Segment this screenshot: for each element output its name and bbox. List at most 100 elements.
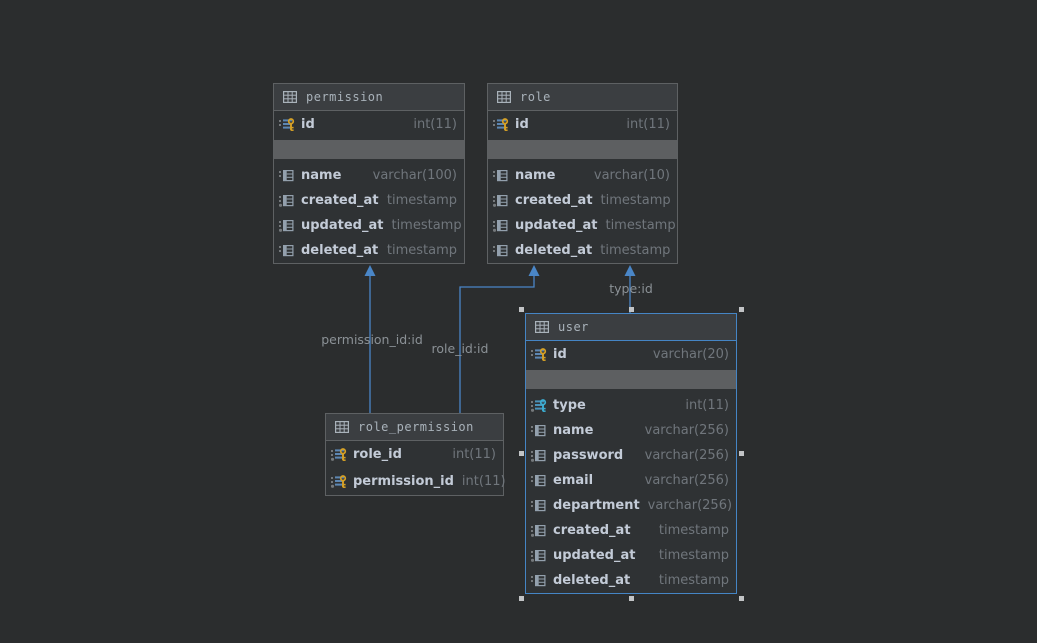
column-type: timestamp: [386, 193, 457, 208]
column-row-deleted_at: deleted_at timestamp: [526, 568, 736, 593]
selection-handle[interactable]: [628, 595, 634, 601]
selection-handle[interactable]: [628, 306, 634, 312]
column-name: id: [301, 117, 315, 132]
column-name: updated_at: [515, 218, 598, 233]
selection-handle[interactable]: [518, 306, 524, 312]
column-icon: [493, 193, 511, 208]
edge-arrowhead-icon: [624, 265, 636, 276]
column-name: password: [553, 448, 624, 463]
column-row-created_at: created_at timestamp: [274, 188, 464, 213]
column-type: int(11): [413, 117, 457, 132]
column-row-type: type int(11): [526, 393, 736, 418]
column-type: timestamp: [658, 573, 729, 588]
edge-label: role_id:id: [432, 341, 489, 356]
table-permission[interactable]: permission id int(11) name varchar(100) creat…: [273, 83, 465, 264]
column-type: timestamp: [386, 243, 457, 258]
selection-handle[interactable]: [738, 451, 744, 456]
column-row-deleted_at: deleted_at timestamp: [274, 238, 464, 263]
edge-label: type:id: [609, 281, 653, 296]
table-title: role: [520, 90, 551, 104]
column-row-deleted_at: deleted_at timestamp: [488, 238, 677, 263]
column-name: role_id: [353, 447, 402, 462]
column-icon: [279, 243, 297, 258]
column-icon: [531, 523, 549, 538]
column-type: varchar(256): [647, 498, 733, 513]
column-name: created_at: [553, 523, 631, 538]
table-header[interactable]: user: [526, 314, 736, 341]
column-row-password: password varchar(256): [526, 443, 736, 468]
column-type: varchar(100): [372, 168, 457, 183]
table-header[interactable]: role_permission: [326, 414, 503, 441]
selection-handle[interactable]: [518, 595, 524, 601]
column-icon: [493, 218, 511, 233]
table-icon: [335, 421, 349, 433]
column-name: created_at: [301, 193, 379, 208]
column-type: varchar(256): [644, 473, 729, 488]
table-title: user: [558, 320, 589, 334]
column-type: int(11): [461, 474, 506, 489]
columns-separator: [488, 140, 677, 159]
column-type: varchar(256): [644, 423, 729, 438]
column-name: deleted_at: [553, 573, 631, 588]
primary-key-icon: [331, 474, 349, 489]
column-name: permission_id: [353, 474, 454, 489]
column-name: updated_at: [553, 548, 636, 563]
table-user[interactable]: user id varchar(20) type int(11) name varchar(…: [525, 313, 737, 594]
column-name: name: [515, 168, 556, 183]
selection-handle[interactable]: [738, 306, 744, 312]
column-type: timestamp: [658, 523, 729, 538]
column-row-id: id int(11): [274, 111, 464, 138]
edge-arrowhead-icon: [364, 265, 376, 276]
table-icon: [497, 91, 511, 103]
edge-label: permission_id:id: [321, 332, 423, 347]
primary-key-icon: [493, 117, 511, 132]
column-row-role_id: role_id int(11): [326, 441, 503, 468]
selection-handle[interactable]: [518, 451, 524, 456]
column-row-updated_at: updated_at timestamp: [488, 213, 677, 238]
column-icon: [279, 168, 297, 183]
column-name: updated_at: [301, 218, 384, 233]
edge-arrowhead-icon: [528, 265, 540, 276]
column-row-id: id varchar(20): [526, 341, 736, 368]
column-icon: [531, 548, 549, 563]
column-type: timestamp: [391, 218, 462, 233]
table-role[interactable]: role id int(11) name varchar(10) created_at ti…: [487, 83, 678, 264]
diagram-canvas[interactable]: permission_id:id role_id:id type:id permiss…: [0, 0, 1037, 643]
column-name: id: [515, 117, 529, 132]
column-type: varchar(20): [652, 347, 729, 362]
column-type: timestamp: [600, 243, 671, 258]
column-row-name: name varchar(256): [526, 418, 736, 443]
primary-key-icon: [531, 347, 549, 362]
column-type: int(11): [626, 117, 670, 132]
column-icon: [531, 498, 549, 513]
table-header[interactable]: permission: [274, 84, 464, 111]
column-icon: [531, 448, 549, 463]
table-role_permission[interactable]: role_permission role_id int(11) permission_…: [325, 413, 506, 496]
column-row-permission_id: permission_id int(11): [326, 468, 506, 495]
selection-handle[interactable]: [738, 595, 744, 601]
column-row-updated_at: updated_at timestamp: [526, 543, 736, 568]
column-type: int(11): [452, 447, 496, 462]
column-name: id: [553, 347, 567, 362]
column-name: type: [553, 398, 586, 413]
column-type: int(11): [685, 398, 729, 413]
column-row-name: name varchar(10): [488, 163, 677, 188]
primary-key-icon: [331, 447, 349, 462]
table-icon: [283, 91, 297, 103]
column-icon: [493, 243, 511, 258]
table-title: permission: [306, 90, 384, 104]
table-header[interactable]: role: [488, 84, 677, 111]
column-icon: [279, 218, 297, 233]
column-type: varchar(10): [593, 168, 670, 183]
column-icon: [531, 423, 549, 438]
primary-key-icon: [279, 117, 297, 132]
columns-separator: [526, 370, 736, 389]
column-type: varchar(256): [644, 448, 729, 463]
table-title: role_permission: [358, 420, 474, 434]
column-row-department: department varchar(256): [526, 493, 736, 518]
column-type: timestamp: [600, 193, 671, 208]
column-name: email: [553, 473, 594, 488]
column-row-id: id int(11): [488, 111, 677, 138]
column-type: timestamp: [605, 218, 676, 233]
column-name: department: [553, 498, 640, 513]
